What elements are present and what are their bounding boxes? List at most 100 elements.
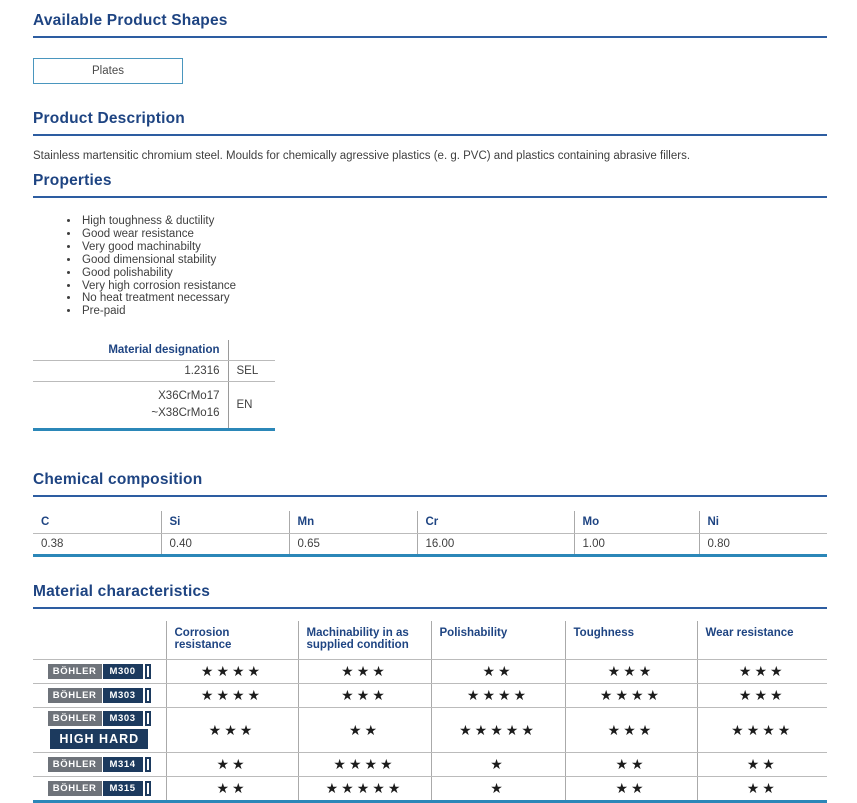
grade-logo-cell: BÖHLERM303 (33, 684, 166, 708)
chem-value: 1.00 (574, 534, 699, 556)
chem-value: 0.40 (161, 534, 289, 556)
material-characteristics-table: Corrosion resistance Machinability in as… (33, 621, 827, 803)
designation-standard: EN (228, 382, 275, 430)
property-item: Very good machinabilty (80, 241, 827, 254)
plates-shape-button[interactable]: Plates (33, 58, 183, 84)
property-item: Pre-paid (80, 305, 827, 318)
properties-list: High toughness & ductility Good wear res… (80, 215, 827, 318)
chem-col-header: Ni (699, 511, 827, 534)
property-item: High toughness & ductility (80, 215, 827, 228)
high-hard-badge: HIGH HARD (50, 729, 148, 749)
char-col-header: Machinability in as supplied condition (298, 621, 431, 660)
section-rule (33, 196, 827, 198)
chemical-composition-title: Chemical composition (33, 471, 827, 489)
section-rule (33, 607, 827, 609)
logo-brand-segment: BÖHLER (48, 757, 102, 772)
chem-value-row: 0.38 0.40 0.65 16.00 1.00 0.80 (33, 534, 827, 556)
bohler-logo: BÖHLERM303 (48, 711, 151, 726)
grade-row-m300: BÖHLERM300 ★★★★ ★★★ ★★ ★★★ ★★★ (33, 660, 827, 684)
designation-row: 1.2316 SEL (33, 361, 275, 382)
logo-grade-segment: M303 (103, 688, 143, 703)
rating-stars: ★★★ (298, 684, 431, 708)
char-col-header: Polishability (431, 621, 565, 660)
rating-stars: ★★★ (298, 660, 431, 684)
chem-value: 0.65 (289, 534, 417, 556)
logo-grade-segment: M315 (103, 781, 143, 796)
logo-end-cap-icon (145, 781, 151, 796)
rating-stars: ★★★★★ (298, 777, 431, 802)
grade-logo-cell: BÖHLERM300 (33, 660, 166, 684)
rating-stars: ★ (431, 777, 565, 802)
section-rule (33, 134, 827, 136)
bohler-logo: BÖHLERM303 (48, 688, 151, 703)
property-item: Good polishability (80, 267, 827, 280)
material-characteristics-title: Material characteristics (33, 583, 827, 601)
rating-stars: ★★★★ (431, 684, 565, 708)
rating-stars: ★★★★★ (431, 708, 565, 753)
rating-stars: ★★★ (697, 660, 827, 684)
section-product-description: Product Description Stainless martensiti… (33, 110, 827, 162)
property-item: Good wear resistance (80, 228, 827, 241)
rating-stars: ★★★ (697, 684, 827, 708)
rating-stars: ★★ (565, 753, 697, 777)
section-rule (33, 36, 827, 38)
rating-stars: ★★ (298, 708, 431, 753)
designation-header: Material designation (33, 340, 228, 361)
rating-stars: ★★★ (565, 660, 697, 684)
designation-header-spacer (228, 340, 275, 361)
designation-value: 1.2316 (33, 361, 228, 382)
datasheet-page: Available Product Shapes Plates Product … (0, 0, 857, 803)
logo-brand-segment: BÖHLER (48, 711, 102, 726)
logo-grade-segment: M300 (103, 664, 143, 679)
chem-col-header: C (33, 511, 161, 534)
material-designation-table: Material designation 1.2316 SEL X36CrMo1… (33, 340, 275, 431)
logo-grade-segment: M303 (103, 711, 143, 726)
section-properties: Properties High toughness & ductility Go… (33, 172, 827, 318)
chemical-composition-table: C Si Mn Cr Mo Ni 0.38 0.40 0.65 16.00 1.… (33, 511, 827, 557)
char-col-header: Wear resistance (697, 621, 827, 660)
rating-stars: ★★ (697, 777, 827, 802)
rating-stars: ★ (431, 753, 565, 777)
grade-logo-cell: BÖHLERM314 (33, 753, 166, 777)
properties-title: Properties (33, 172, 827, 190)
section-material-characteristics: Material characteristics Corrosion resis… (33, 583, 827, 803)
rating-stars: ★★ (166, 777, 298, 802)
grade-row-m315: BÖHLERM315 ★★ ★★★★★ ★ ★★ ★★ (33, 777, 827, 802)
section-rule (33, 495, 827, 497)
logo-brand-segment: BÖHLER (48, 781, 102, 796)
designation-value-line: ~X38CrMo16 (41, 405, 220, 422)
logo-end-cap-icon (145, 664, 151, 679)
section-available-shapes: Available Product Shapes Plates (33, 12, 827, 84)
chem-col-header: Mn (289, 511, 417, 534)
logo-brand-segment: BÖHLER (48, 664, 102, 679)
property-item: No heat treatment necessary (80, 292, 827, 305)
rating-stars: ★★★★ (298, 753, 431, 777)
char-col-header: Toughness (565, 621, 697, 660)
logo-brand-segment: BÖHLER (48, 688, 102, 703)
rating-stars: ★★ (565, 777, 697, 802)
rating-stars: ★★ (697, 753, 827, 777)
rating-stars: ★★★★ (166, 660, 298, 684)
rating-stars: ★★ (166, 753, 298, 777)
designation-value: X36CrMo17 ~X38CrMo16 (33, 382, 228, 430)
rating-stars: ★★★ (166, 708, 298, 753)
property-item: Very high corrosion resistance (80, 280, 827, 293)
rating-stars: ★★★★ (565, 684, 697, 708)
chem-col-header: Cr (417, 511, 574, 534)
rating-stars: ★★ (431, 660, 565, 684)
grade-row-m303-high-hard: BÖHLERM303 HIGH HARD ★★★ ★★ ★★★★★ ★★★ ★★… (33, 708, 827, 753)
chem-value: 0.38 (33, 534, 161, 556)
char-col-header: Corrosion resistance (166, 621, 298, 660)
char-header-row: Corrosion resistance Machinability in as… (33, 621, 827, 660)
chem-col-header: Si (161, 511, 289, 534)
chem-header-row: C Si Mn Cr Mo Ni (33, 511, 827, 534)
grade-logo-cell: BÖHLERM303 HIGH HARD (33, 708, 166, 753)
designation-standard: SEL (228, 361, 275, 382)
rating-stars: ★★★★ (697, 708, 827, 753)
bohler-logo: BÖHLERM315 (48, 781, 151, 796)
rating-stars: ★★★★ (166, 684, 298, 708)
logo-end-cap-icon (145, 757, 151, 772)
chem-value: 0.80 (699, 534, 827, 556)
logo-end-cap-icon (145, 688, 151, 703)
section-chemical-composition: Chemical composition C Si Mn Cr Mo Ni 0.… (33, 471, 827, 557)
